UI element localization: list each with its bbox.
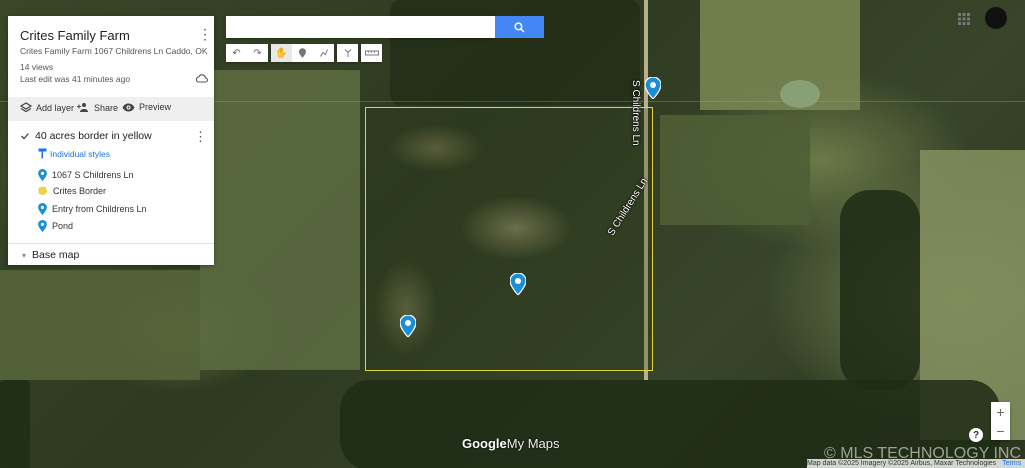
- zoom-controls: + −: [991, 402, 1010, 440]
- share-label: Share: [94, 102, 119, 113]
- feature-label: 1067 S Childrens Ln: [52, 170, 134, 180]
- pond: [780, 80, 820, 108]
- search-button[interactable]: [495, 16, 544, 38]
- feature-item[interactable]: 1067 S Childrens Ln: [38, 169, 134, 181]
- map-title[interactable]: Crites Family Farm: [20, 28, 130, 43]
- add-marker-icon[interactable]: [292, 44, 313, 62]
- measure-group: [361, 44, 382, 62]
- paint-roller-icon: [38, 148, 47, 159]
- preview-button[interactable]: Preview: [122, 102, 171, 112]
- pin-icon: [38, 220, 47, 232]
- attribution-text: Map data ©2025 Imagery ©2025 Airbus, Max…: [807, 460, 997, 467]
- draw-line-icon[interactable]: [313, 44, 334, 62]
- panel-toolbar: Add layer Share Preview: [8, 97, 214, 121]
- feature-item[interactable]: Crites Border: [38, 186, 106, 196]
- pin-icon: [38, 169, 47, 181]
- more-options-icon[interactable]: ⋮: [198, 27, 212, 41]
- logo-google: Google: [462, 436, 507, 451]
- hand-icon[interactable]: ✋: [271, 44, 292, 62]
- apps-grid-icon[interactable]: [958, 13, 970, 25]
- individual-styles-link[interactable]: Individual styles: [38, 148, 110, 159]
- terms-link[interactable]: Terms: [1002, 460, 1021, 467]
- field: [200, 70, 360, 370]
- map-pin-icon[interactable]: [400, 315, 416, 337]
- add-layer-label: Add layer: [36, 102, 75, 113]
- checkbox-checked-icon[interactable]: [20, 131, 30, 141]
- field: [660, 115, 810, 225]
- google-my-maps-logo: GoogleMy Maps: [462, 436, 560, 451]
- map-details-panel: Crites Family Farm ⋮ Crites Family Farm …: [8, 16, 214, 265]
- divider: [8, 243, 214, 244]
- add-layer-button[interactable]: Add layer: [20, 102, 74, 113]
- last-edit-status: Last edit was 41 minutes ago: [20, 74, 131, 84]
- polygon-icon: [38, 186, 48, 196]
- redo-icon[interactable]: ↷: [247, 44, 268, 62]
- map-description[interactable]: Crites Family Farm 1067 Childrens Ln Cad…: [20, 46, 208, 56]
- field: [0, 270, 200, 380]
- feature-label: Entry from Childrens Ln: [52, 204, 147, 214]
- search-icon: [514, 21, 525, 32]
- chevron-down-icon: ▾: [22, 250, 27, 260]
- street-label: S Childrens Ln: [630, 80, 641, 146]
- base-map-label: Base map: [32, 249, 80, 261]
- ruler-icon[interactable]: [361, 44, 382, 62]
- layer-name[interactable]: 40 acres border in yellow: [35, 130, 152, 142]
- map-attribution: Map data ©2025 Imagery ©2025 Airbus, Max…: [807, 459, 1025, 468]
- feature-label: Crites Border: [53, 186, 107, 196]
- zoom-in-icon[interactable]: +: [991, 402, 1010, 421]
- edit-tools-group: ✋: [271, 44, 334, 62]
- styles-label: Individual styles: [50, 148, 111, 159]
- search-input[interactable]: [226, 16, 495, 38]
- feature-label: Pond: [52, 221, 74, 231]
- cloud-saved-icon: [196, 74, 208, 83]
- eye-icon: [122, 103, 135, 111]
- feature-item[interactable]: Pond: [38, 220, 73, 232]
- avatar[interactable]: [985, 7, 1007, 29]
- forest: [0, 380, 30, 468]
- undo-redo-group: ↶ ↷: [226, 44, 268, 62]
- zoom-out-icon[interactable]: −: [991, 421, 1010, 440]
- layer-header[interactable]: 40 acres border in yellow: [20, 130, 152, 142]
- map-pin-icon[interactable]: [510, 273, 526, 295]
- share-button[interactable]: Share: [77, 102, 118, 113]
- directions-icon[interactable]: [337, 44, 358, 62]
- forest: [840, 190, 920, 390]
- directions-group: [337, 44, 358, 62]
- pin-icon: [38, 203, 47, 215]
- layer-options-icon[interactable]: ⋮: [194, 129, 207, 145]
- logo-mymaps: My Maps: [506, 436, 560, 451]
- help-icon[interactable]: ?: [969, 428, 983, 442]
- undo-icon[interactable]: ↶: [226, 44, 247, 62]
- layers-icon: [20, 102, 32, 113]
- view-count: 14 views: [20, 62, 54, 72]
- add-person-icon: [77, 103, 88, 112]
- preview-label: Preview: [139, 102, 172, 112]
- base-map-toggle[interactable]: ▾ Base map: [22, 249, 79, 261]
- map-pin-icon[interactable]: [645, 77, 661, 99]
- feature-item[interactable]: Entry from Childrens Ln: [38, 203, 147, 215]
- map-tools: ↶ ↷ ✋: [226, 44, 382, 62]
